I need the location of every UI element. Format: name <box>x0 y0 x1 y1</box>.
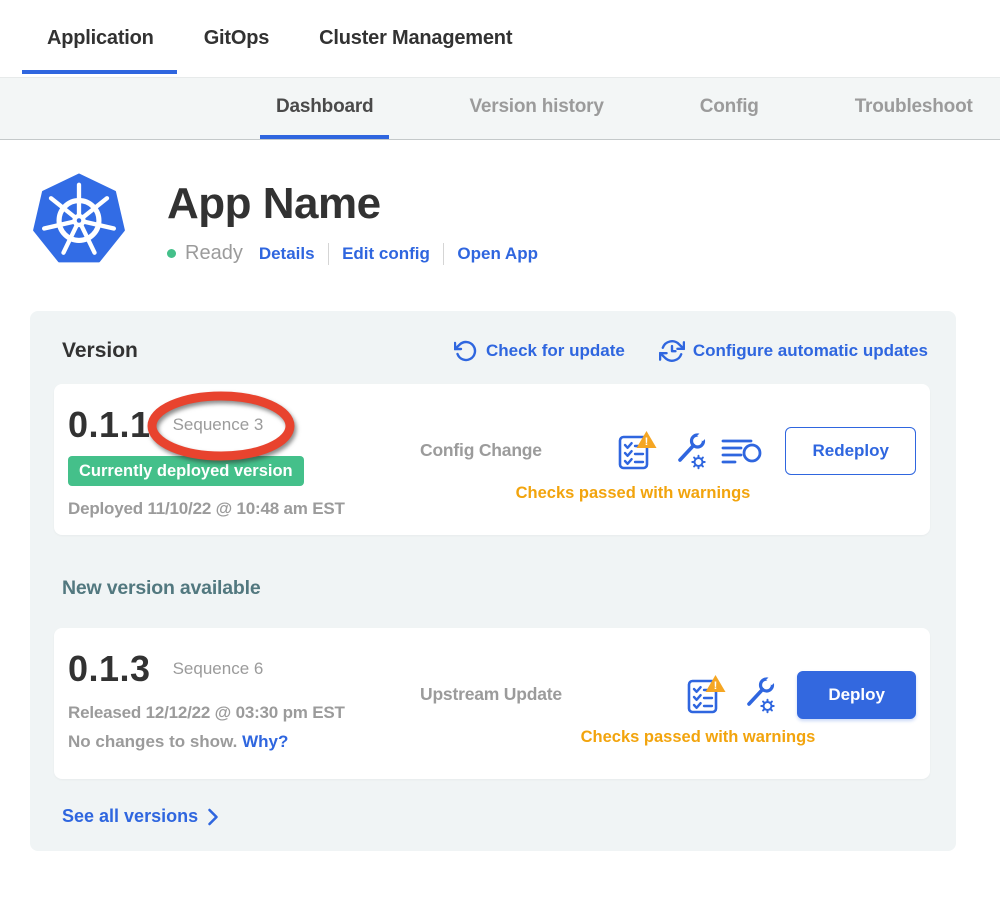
preflight-checks-icon[interactable]: ! <box>685 673 727 717</box>
refresh-icon <box>454 339 478 363</box>
view-files-icon[interactable] <box>721 435 763 467</box>
kubernetes-logo <box>33 173 125 266</box>
version-source-label: Config Change <box>420 440 542 461</box>
edit-config-link[interactable]: Edit config <box>342 244 430 264</box>
configure-automatic-updates-label: Configure automatic updates <box>693 341 928 361</box>
page-title: App Name <box>167 179 538 229</box>
chevron-right-icon <box>207 808 219 826</box>
nav-tab-gitops[interactable]: GitOps <box>204 0 269 77</box>
subnav-tab-troubleshoot[interactable]: Troubleshoot <box>839 78 989 139</box>
svg-text:!: ! <box>645 436 649 448</box>
check-for-update-label: Check for update <box>486 341 625 361</box>
subnav-tab-dashboard[interactable]: Dashboard <box>260 78 389 139</box>
version-source-label: Upstream Update <box>420 684 562 705</box>
nav-tab-cluster-management[interactable]: Cluster Management <box>319 0 512 77</box>
configure-automatic-updates-link[interactable]: Configure automatic updates <box>659 338 928 364</box>
released-timestamp: Released 12/12/22 @ 03:30 pm EST <box>68 703 420 723</box>
check-for-update-link[interactable]: Check for update <box>454 339 625 363</box>
deployed-version-actions: Config Change ! <box>420 404 916 521</box>
nav-tab-application[interactable]: Application <box>47 0 154 77</box>
deployed-timestamp: Deployed 11/10/22 @ 10:48 am EST <box>68 499 420 519</box>
version-panel: Version Check for update <box>30 311 956 851</box>
deploy-button[interactable]: Deploy <box>797 671 916 719</box>
available-version-number: 0.1.3 <box>68 648 151 690</box>
secondary-nav: Dashboard Version history Config Trouble… <box>0 77 1000 140</box>
subnav-tab-version-history[interactable]: Version history <box>453 78 619 139</box>
preflight-checks-icon[interactable]: ! <box>616 429 658 473</box>
no-changes-text: No changes to show. <box>68 732 237 751</box>
redeploy-button[interactable]: Redeploy <box>785 427 916 475</box>
new-version-heading: New version available <box>62 577 930 600</box>
version-panel-title: Version <box>62 339 138 363</box>
deployed-sequence-label: Sequence 3 <box>173 415 264 435</box>
deployed-version-number: 0.1.1 <box>68 404 151 446</box>
status-row: Ready Details Edit config Open App <box>167 242 538 265</box>
config-wrench-icon[interactable] <box>742 675 775 715</box>
primary-nav: Application GitOps Cluster Management <box>0 0 1000 77</box>
svg-text:!: ! <box>714 680 718 692</box>
available-version-card: 0.1.3 Sequence 6 Released 12/12/22 @ 03:… <box>54 628 930 779</box>
app-screen: Application GitOps Cluster Management Da… <box>0 0 1000 898</box>
checks-status-text: Checks passed with warnings <box>420 728 916 747</box>
app-header-text: App Name Ready Details Edit config Open … <box>167 173 538 266</box>
version-panel-header: Version Check for update <box>62 338 928 364</box>
available-version-info: 0.1.3 Sequence 6 Released 12/12/22 @ 03:… <box>68 648 420 765</box>
auto-update-clock-icon <box>659 338 685 364</box>
available-version-actions: Upstream Update ! <box>420 648 916 765</box>
details-link[interactable]: Details <box>259 244 315 264</box>
see-all-versions-link[interactable]: See all versions <box>62 806 219 827</box>
version-icon-group: ! <box>685 673 775 717</box>
divider <box>443 243 445 265</box>
available-sequence-label: Sequence 6 <box>173 659 264 679</box>
subnav-tab-config[interactable]: Config <box>684 78 775 139</box>
why-link[interactable]: Why? <box>242 732 288 751</box>
deployed-version-card: 0.1.1 Sequence 3 Currently deployed vers… <box>54 384 930 535</box>
open-app-link[interactable]: Open App <box>457 244 538 264</box>
currently-deployed-badge: Currently deployed version <box>68 456 304 486</box>
status-text: Ready <box>185 242 243 265</box>
divider <box>328 243 330 265</box>
no-changes-row: No changes to show. Why? <box>68 732 420 752</box>
version-icon-group: ! <box>616 429 763 473</box>
config-wrench-icon[interactable] <box>673 431 706 471</box>
status-dot <box>167 249 176 258</box>
app-header: App Name Ready Details Edit config Open … <box>33 173 1000 266</box>
see-all-versions-label: See all versions <box>62 806 198 827</box>
deployed-version-info: 0.1.1 Sequence 3 Currently deployed vers… <box>68 404 420 521</box>
checks-status-text: Checks passed with warnings <box>420 484 916 503</box>
version-actions: Check for update Configure automatic upd… <box>454 338 928 364</box>
